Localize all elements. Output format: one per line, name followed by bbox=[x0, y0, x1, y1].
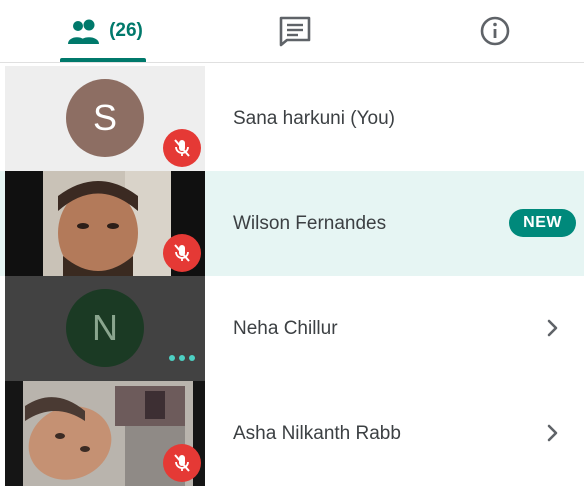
participant-name: Neha Chillur bbox=[233, 317, 338, 339]
speaking-indicator-icon bbox=[169, 355, 195, 361]
mic-muted-icon bbox=[163, 444, 201, 482]
avatar: S bbox=[66, 79, 144, 157]
tab-chat[interactable] bbox=[250, 0, 340, 62]
tab-bar: (26) bbox=[0, 0, 584, 62]
people-count: (26) bbox=[109, 20, 143, 41]
mic-muted-icon bbox=[163, 234, 201, 272]
chat-icon bbox=[279, 16, 311, 47]
chevron-right-icon[interactable] bbox=[540, 421, 564, 445]
participant-name: Asha Nilkanth Rabb bbox=[233, 422, 401, 444]
participant-tile: S bbox=[5, 66, 205, 171]
tabs-divider bbox=[0, 62, 584, 63]
participant-name: Sana harkuni (You) bbox=[233, 107, 395, 129]
avatar-letter: N bbox=[92, 307, 118, 348]
participant-name: Wilson Fernandes bbox=[233, 212, 387, 234]
participant-row[interactable]: Wilson Fernandes NEW bbox=[0, 171, 584, 276]
avatar: N bbox=[66, 289, 144, 367]
info-icon bbox=[480, 16, 510, 46]
participant-info: Sana harkuni (You) bbox=[205, 66, 584, 171]
chevron-right-icon[interactable] bbox=[540, 316, 564, 340]
participant-info: Asha Nilkanth Rabb bbox=[205, 381, 584, 486]
participant-info: Neha Chillur bbox=[205, 276, 584, 381]
participant-row[interactable]: N Neha Chillur bbox=[0, 276, 584, 381]
participant-video-tile bbox=[5, 171, 205, 276]
participant-video-tile bbox=[5, 381, 205, 486]
people-icon bbox=[68, 19, 100, 44]
avatar-letter: S bbox=[92, 97, 117, 138]
participant-row[interactable]: Asha Nilkanth Rabb bbox=[0, 381, 584, 486]
new-badge: NEW bbox=[509, 209, 576, 237]
participant-tile: N bbox=[5, 276, 205, 381]
participant-row[interactable]: S Sana harkuni (You) bbox=[0, 66, 584, 171]
tab-info[interactable] bbox=[450, 0, 540, 62]
mic-muted-icon bbox=[163, 129, 201, 167]
tab-people[interactable]: (26) bbox=[40, 0, 170, 62]
participant-info: Wilson Fernandes NEW bbox=[205, 171, 584, 276]
